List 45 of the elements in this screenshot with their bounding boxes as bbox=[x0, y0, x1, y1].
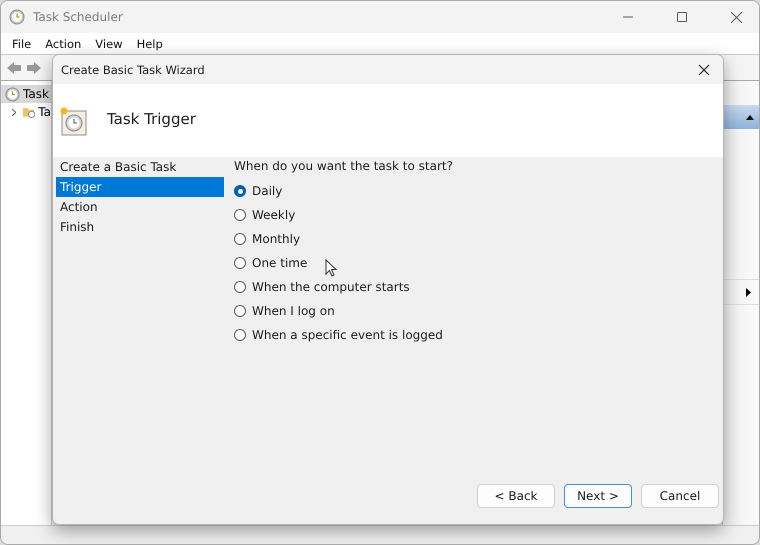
radio-button[interactable] bbox=[234, 209, 246, 221]
radio-button[interactable] bbox=[234, 185, 246, 197]
maximize-icon bbox=[677, 12, 687, 22]
wizard-step[interactable]: Finish bbox=[56, 217, 224, 237]
wizard-step[interactable]: Trigger bbox=[56, 177, 224, 197]
close-icon bbox=[730, 12, 742, 22]
submenu-arrow-icon[interactable] bbox=[746, 288, 751, 296]
radio-button[interactable] bbox=[234, 281, 246, 293]
dialog-button[interactable]: Cancel bbox=[641, 484, 719, 508]
menu-item[interactable]: Action bbox=[38, 36, 88, 50]
clock-icon bbox=[5, 86, 20, 102]
radio-label: When a specific event is logged bbox=[252, 328, 443, 342]
radio-button[interactable] bbox=[234, 233, 246, 245]
wizard-step[interactable]: Action bbox=[56, 197, 224, 217]
wizard-heading: Task Trigger bbox=[107, 110, 196, 128]
menu-item[interactable]: Help bbox=[130, 36, 170, 50]
radio-label: Weekly bbox=[252, 208, 296, 222]
mouse-pointer-icon bbox=[325, 259, 337, 277]
back-arrow-icon[interactable] bbox=[6, 60, 22, 74]
radio-button[interactable] bbox=[234, 305, 246, 317]
radio-label: One time bbox=[252, 256, 308, 270]
radio-label: Daily bbox=[252, 184, 282, 198]
actions-header[interactable] bbox=[723, 105, 759, 129]
dialog-button[interactable]: < Back bbox=[477, 484, 555, 508]
radio-button[interactable] bbox=[234, 257, 246, 269]
collapse-arrow-icon[interactable] bbox=[746, 114, 754, 120]
radio-button[interactable] bbox=[234, 329, 246, 341]
dialog-button[interactable]: Next > bbox=[564, 484, 632, 508]
radio-label: When the computer starts bbox=[252, 280, 410, 294]
window-title: Task Scheduler bbox=[33, 10, 124, 24]
tree-item[interactable]: Ta bbox=[1, 103, 51, 121]
close-icon bbox=[698, 64, 710, 76]
folder-clock-icon bbox=[22, 105, 36, 119]
expand-chevron-icon[interactable] bbox=[11, 108, 16, 116]
dialog-title: Create Basic Task Wizard bbox=[61, 62, 206, 76]
radio-label: When I log on bbox=[252, 304, 335, 318]
radio-label: Monthly bbox=[252, 232, 300, 246]
menu-item[interactable]: View bbox=[88, 36, 130, 50]
app-clock-icon bbox=[9, 9, 25, 25]
calendar-clock-icon bbox=[59, 106, 89, 136]
tree-item[interactable]: Task bbox=[1, 85, 51, 103]
question-text: When do you want the task to start? bbox=[234, 159, 454, 173]
forward-arrow-icon[interactable] bbox=[26, 60, 42, 74]
wizard-step[interactable]: Create a Basic Task bbox=[56, 157, 224, 177]
menu-item[interactable]: File bbox=[5, 36, 38, 50]
